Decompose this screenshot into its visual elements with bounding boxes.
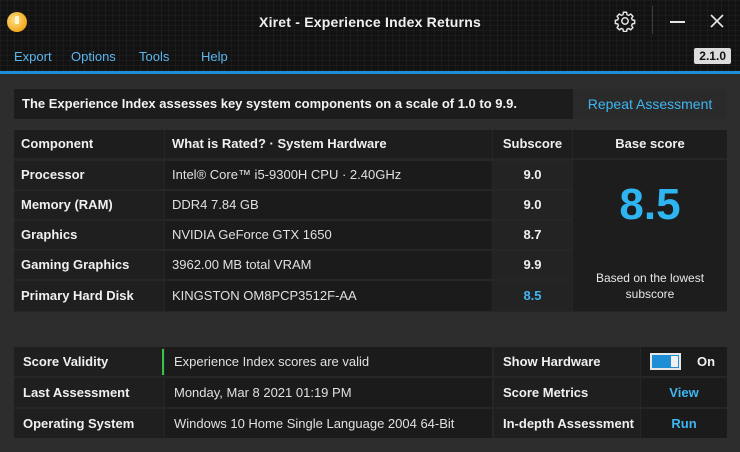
info-bar: The Experience Index assesses key system…	[14, 89, 727, 119]
row-component: Primary Hard Disk	[14, 281, 164, 311]
row-hardware: KINGSTON OM8PCP3512F-AA	[165, 281, 492, 311]
menu-tools[interactable]: Tools	[139, 49, 169, 64]
score-metrics-label: Score Metrics	[494, 378, 640, 407]
header-component: Component	[14, 130, 164, 158]
row-subscore: 8.7	[493, 221, 572, 249]
close-icon[interactable]	[708, 12, 726, 30]
score-metrics-view-link[interactable]: View	[641, 378, 727, 407]
row-hardware: Intel® Core™ i5-9300H CPU · 2.40GHz	[165, 161, 492, 189]
details-panel: Score Validity Experience Index scores a…	[14, 347, 727, 438]
row-subscore-lowest: 8.5	[493, 281, 572, 311]
row-hardware: 3962.00 MB total VRAM	[165, 251, 492, 279]
header-base-score: Base score	[573, 130, 727, 158]
score-table: Component What is Rated? · System Hardwa…	[14, 130, 727, 312]
row-component: Graphics	[14, 221, 164, 249]
score-validity-label: Score Validity	[14, 347, 164, 376]
row-subscore: 9.0	[493, 161, 572, 189]
in-depth-assessment-label: In-depth Assessment	[494, 409, 640, 438]
header-hardware: What is Rated? · System Hardware	[165, 130, 492, 158]
base-score-value: 8.5	[619, 180, 681, 229]
title-bar: Xiret - Experience Index Returns Export …	[0, 0, 740, 74]
menu-export[interactable]: Export	[14, 49, 52, 64]
last-assessment-label: Last Assessment	[14, 378, 164, 407]
operating-system-label: Operating System	[14, 409, 164, 438]
show-hardware-label: Show Hardware	[494, 347, 640, 376]
base-score-panel: 8.5 Based on the lowest subscore	[573, 160, 727, 311]
row-hardware: NVIDIA GeForce GTX 1650	[165, 221, 492, 249]
score-validity-value: Experience Index scores are valid	[165, 347, 492, 376]
header-subscore: Subscore	[493, 130, 572, 158]
row-component: Processor	[14, 161, 164, 189]
gear-icon[interactable]	[614, 10, 636, 32]
window-controls-divider	[652, 6, 653, 34]
row-component: Memory (RAM)	[14, 191, 164, 219]
repeat-assessment-button[interactable]: Repeat Assessment	[573, 89, 727, 119]
valid-indicator	[162, 349, 164, 375]
menu-bar: Export Options Tools Help	[0, 49, 740, 67]
info-text: The Experience Index assesses key system…	[22, 96, 517, 111]
row-hardware: DDR4 7.84 GB	[165, 191, 492, 219]
row-subscore: 9.9	[493, 251, 572, 279]
operating-system-value: Windows 10 Home Single Language 2004 64-…	[165, 409, 492, 438]
show-hardware-toggle[interactable]	[650, 353, 681, 370]
row-subscore: 9.0	[493, 191, 572, 219]
last-assessment-value: Monday, Mar 8 2021 01:19 PM	[165, 378, 492, 407]
show-hardware-state: On	[697, 354, 716, 369]
row-component: Gaming Graphics	[14, 251, 164, 279]
in-depth-assessment-run-link[interactable]: Run	[641, 409, 727, 438]
minimize-icon[interactable]	[670, 21, 685, 23]
menu-options[interactable]: Options	[71, 49, 116, 64]
base-score-note: Based on the lowest subscore	[595, 271, 705, 301]
version-badge: 2.1.0	[694, 48, 731, 64]
menu-help[interactable]: Help	[201, 49, 228, 64]
